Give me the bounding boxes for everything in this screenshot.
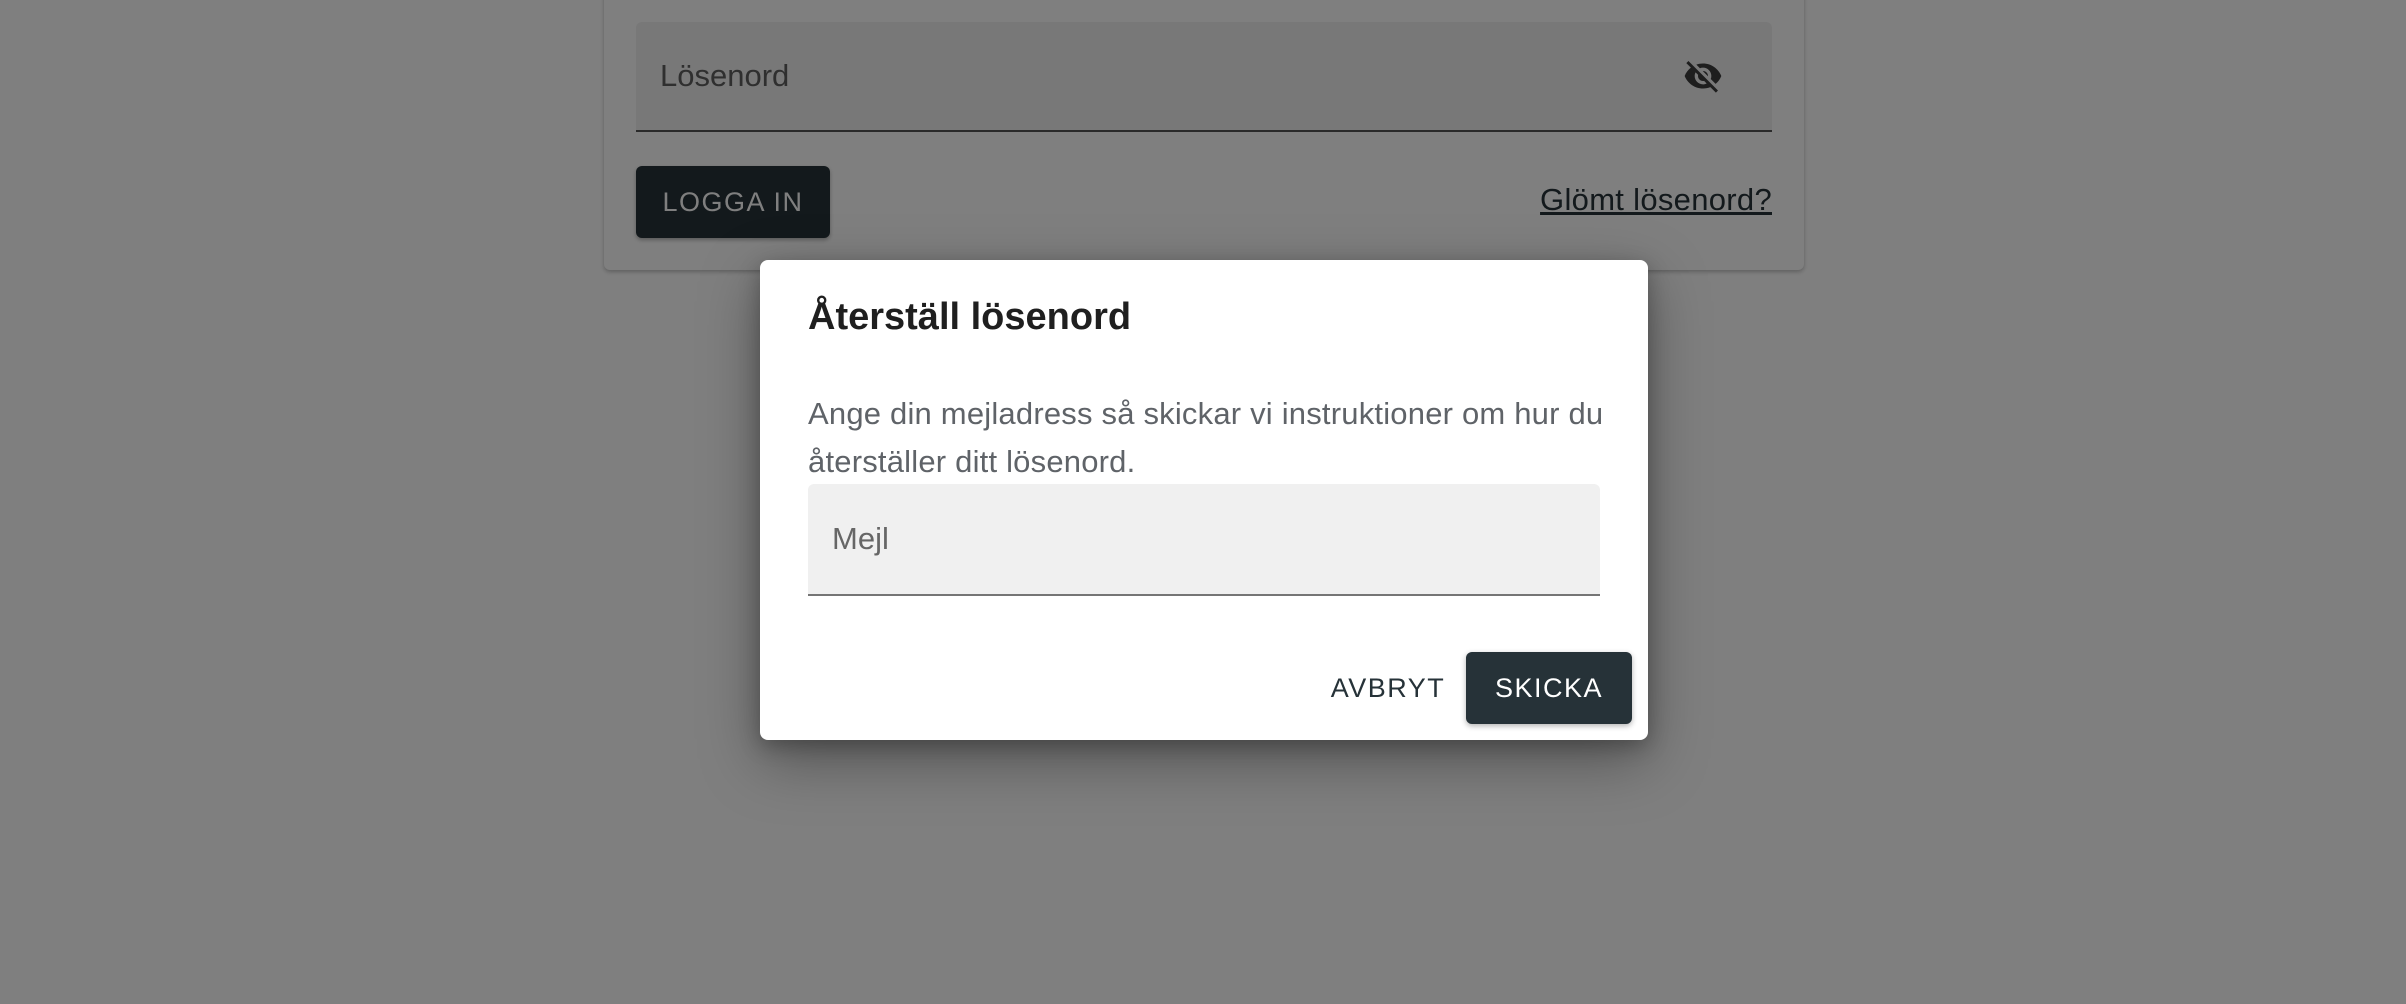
cancel-button[interactable]: AVBRYT (1312, 652, 1464, 724)
email-input[interactable] (808, 484, 1600, 594)
dialog-description: Ange din mejladress så skickar vi instru… (808, 396, 1604, 479)
email-field (808, 484, 1600, 596)
dialog-title: Återställ lösenord (808, 296, 1132, 338)
reset-password-dialog: Återställ lösenord Ange din mejladress s… (760, 260, 1648, 740)
send-button[interactable]: SKICKA (1466, 652, 1632, 724)
